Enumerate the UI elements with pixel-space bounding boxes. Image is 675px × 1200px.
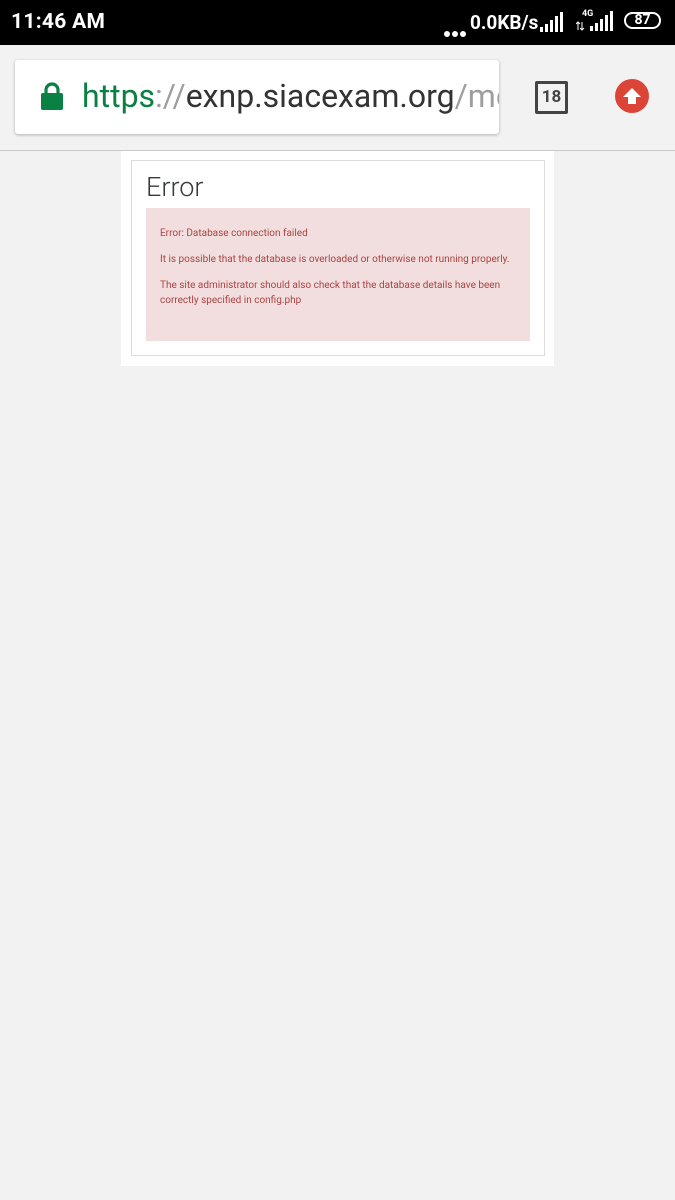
url-scheme: https [82, 77, 156, 115]
error-card: Error Error: Database connection failed … [131, 160, 545, 356]
error-message: Error: Database connection failed [160, 228, 308, 239]
url-path: /mc [454, 77, 499, 115]
battery-indicator: 87 [624, 12, 661, 29]
mobile-data-signal-icon [576, 11, 613, 31]
address-bar[interactable]: https://exnp.siacexam.org/mc [15, 60, 499, 134]
url-text[interactable]: https://exnp.siacexam.org/mc [82, 76, 499, 116]
network-speed: 0.0KB/s [470, 11, 539, 34]
browser-toolbar: https://exnp.siacexam.org/mc 18 [0, 45, 675, 151]
signal-strength-icon [540, 12, 563, 32]
upload-button[interactable] [615, 79, 649, 113]
url-host: exnp.siacexam.org [185, 77, 455, 115]
url-separator: :// [155, 77, 186, 115]
status-bar: 11:46 AM 0.0KB/s 4G 87 [0, 0, 675, 45]
tab-switcher-button[interactable]: 18 [535, 81, 568, 114]
error-message: The site administrator should also check… [160, 280, 501, 306]
status-time: 11:46 AM [11, 10, 106, 34]
upload-arrow-icon [623, 88, 641, 104]
error-alert: Error: Database connection failed It is … [146, 208, 530, 341]
notification-dots-icon [444, 22, 468, 41]
lock-icon [41, 82, 63, 110]
error-title: Error [146, 171, 204, 203]
error-message: It is possible that the database is over… [160, 254, 510, 265]
page-content: Error Error: Database connection failed … [121, 151, 554, 366]
